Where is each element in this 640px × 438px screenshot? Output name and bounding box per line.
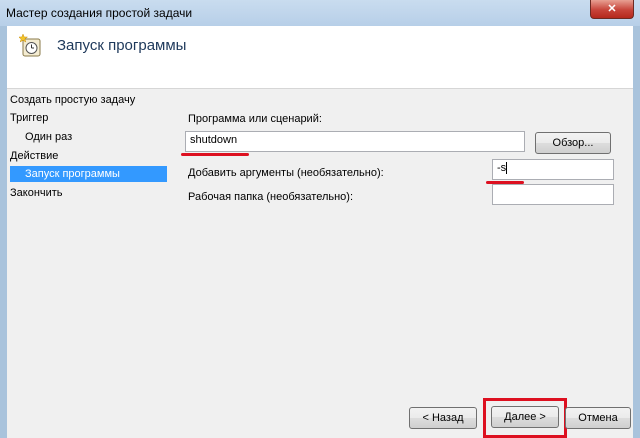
clock-task-icon <box>17 33 41 57</box>
back-button[interactable]: < Назад <box>409 407 477 429</box>
nav-item-trigger[interactable]: Триггер <box>10 110 48 126</box>
nav-item-once[interactable]: Один раз <box>25 129 72 145</box>
nav-item-start-program[interactable]: Запуск программы <box>10 166 167 182</box>
workdir-input[interactable] <box>492 184 614 205</box>
window-title: Мастер создания простой задачи <box>6 6 193 20</box>
page-title: Запуск программы <box>57 37 187 54</box>
program-input-value: shutdown <box>190 134 238 146</box>
window-titlebar[interactable]: Мастер создания простой задачи <box>0 0 640 26</box>
red-highlight-box <box>483 398 567 438</box>
nav-item-action[interactable]: Действие <box>10 148 58 164</box>
args-input[interactable]: -s <box>492 159 614 180</box>
args-input-value: -s <box>497 162 507 174</box>
nav-item-finish[interactable]: Закончить <box>10 185 63 201</box>
browse-button[interactable]: Обзор... <box>535 132 611 154</box>
workdir-label: Рабочая папка (необязательно): <box>188 191 354 203</box>
args-label: Добавить аргументы (необязательно): <box>188 167 384 179</box>
nav-item-create-task[interactable]: Создать простую задачу <box>10 92 135 108</box>
cancel-button[interactable]: Отмена <box>565 407 631 429</box>
red-underline-program <box>181 153 249 156</box>
close-button[interactable] <box>590 0 634 19</box>
program-input[interactable]: shutdown <box>185 131 525 152</box>
wizard-header: Запуск программы <box>7 26 633 89</box>
text-cursor <box>506 162 508 175</box>
wizard-content: Создать простую задачу Триггер Один раз … <box>7 89 633 438</box>
program-label: Программа или сценарий: <box>188 113 322 125</box>
